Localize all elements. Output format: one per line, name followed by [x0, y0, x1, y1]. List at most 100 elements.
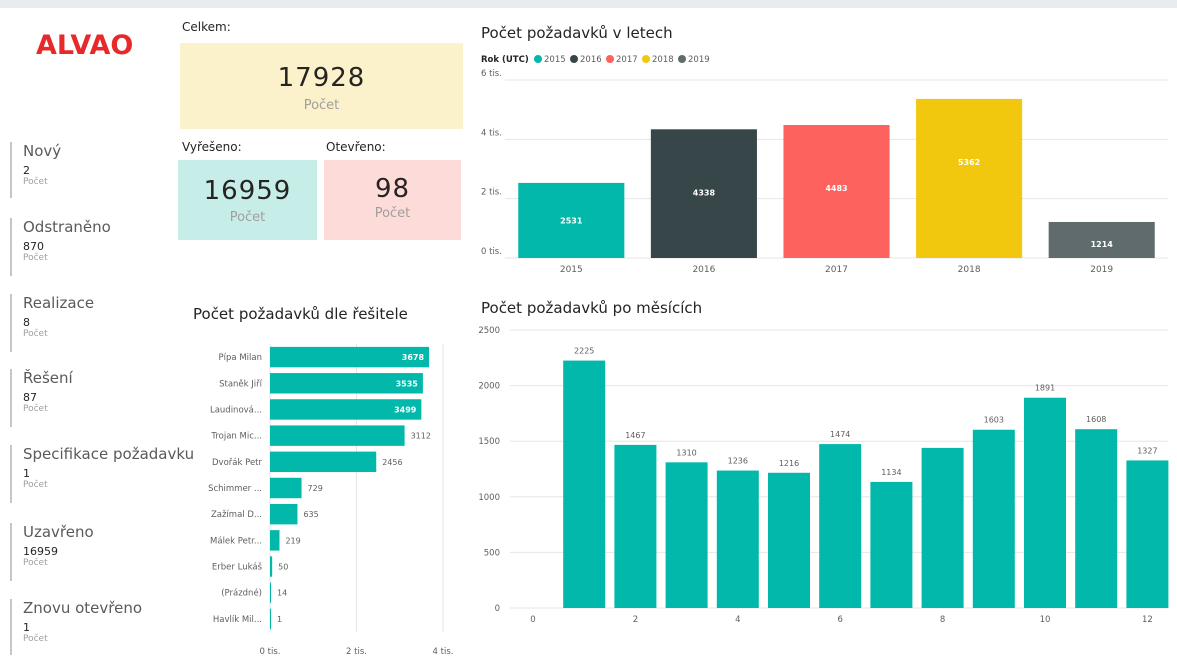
y-tick-label: 4 tis.	[481, 128, 502, 138]
chart-solvers-title: Počet požadavků dle řešitele	[193, 305, 408, 323]
status-card-title: Řešení	[23, 369, 73, 387]
status-card-uzavreno[interactable]: Uzavřeno 16959 Počet	[10, 523, 213, 581]
legend-label-2017: 2017	[616, 55, 638, 65]
bar-month[interactable]	[1024, 397, 1066, 608]
bar-solver[interactable]	[270, 582, 271, 603]
x-tick-label: 0	[530, 615, 535, 625]
status-card-value: 870	[23, 240, 44, 253]
bar-month[interactable]	[768, 472, 810, 608]
data-label: 729	[308, 484, 323, 493]
status-card-reseni[interactable]: Řešení 87 Počet	[10, 369, 213, 427]
category-label: Málek Petr...	[210, 536, 262, 546]
x-tick-label: 2 tis.	[346, 647, 367, 656]
bar-month[interactable]	[921, 447, 964, 608]
data-label: 1216	[779, 459, 799, 468]
bar-month[interactable]	[716, 470, 759, 608]
data-label: 1467	[625, 431, 645, 440]
data-label: 1603	[984, 416, 1004, 425]
data-label: 5362	[958, 158, 980, 167]
bar-month[interactable]	[1126, 460, 1169, 608]
status-card-value: 1	[23, 621, 30, 634]
y-tick-label: 0 tis.	[481, 247, 502, 257]
bar-month[interactable]	[819, 444, 862, 608]
status-card-specifikace-pozadavku[interactable]: Specifikace požadavku 1 Počet	[10, 445, 213, 503]
y-tick-label: 2500	[478, 326, 500, 336]
category-label: Havlík Mil...	[213, 615, 262, 625]
category-label: Trojan Mic...	[210, 432, 262, 442]
data-label: 219	[285, 536, 300, 545]
bar-month[interactable]	[614, 444, 657, 608]
category-label: Laudinová...	[210, 405, 262, 415]
status-card-title: Specifikace požadavku	[23, 445, 195, 463]
kpi-open-caption: Počet	[374, 206, 411, 221]
data-label: 1474	[830, 430, 850, 439]
bar-solver[interactable]	[270, 425, 405, 446]
bar-month[interactable]	[972, 429, 1015, 608]
bar-month[interactable]	[1075, 429, 1118, 608]
kpi-total-label: Celkem:	[182, 20, 231, 34]
data-label: 2531	[560, 216, 583, 225]
status-card-title: Znovu otevřeno	[23, 599, 143, 617]
legend-label-2016: 2016	[580, 55, 602, 65]
chart-years-title: Počet požadavků v letech	[481, 24, 673, 42]
status-card-caption: Počet	[23, 404, 48, 414]
bar-solver[interactable]	[270, 556, 273, 577]
x-tick-label: 6	[837, 615, 842, 625]
data-label: 3535	[396, 379, 419, 388]
kpi-open-card[interactable]: 98 Počet	[324, 160, 461, 240]
x-tick-label: 12	[1142, 615, 1153, 625]
kpi-resolved-card[interactable]: 16959 Počet	[178, 160, 317, 240]
bar-month[interactable]	[563, 360, 606, 608]
legend-title: Rok (UTC)	[481, 55, 529, 65]
y-tick-label: 2000	[478, 382, 500, 392]
bar-month[interactable]	[870, 481, 913, 608]
top-strip	[0, 0, 1177, 8]
status-card-title: Realizace	[23, 294, 95, 312]
data-label: 4483	[825, 184, 847, 193]
bar-2018[interactable]	[916, 98, 1023, 258]
kpi-total-card[interactable]: 17928 Počet	[180, 43, 463, 129]
status-card-value: 8	[23, 316, 30, 329]
data-label: 2225	[574, 347, 594, 356]
legend-marker-2015	[534, 55, 542, 63]
bar-2017[interactable]	[783, 125, 890, 258]
status-card-caption: Počet	[23, 634, 48, 644]
bar-2019[interactable]	[1048, 221, 1155, 258]
bar-month[interactable]	[665, 462, 708, 608]
legend-label-2018: 2018	[652, 55, 674, 65]
bar-solver[interactable]	[270, 530, 280, 551]
status-card-realizace[interactable]: Realizace 8 Počet	[10, 294, 213, 352]
x-tick-label: 0 tis.	[260, 647, 281, 656]
legend-marker-2017	[606, 55, 614, 63]
bar-solver[interactable]	[270, 346, 430, 368]
status-card-znovu-otevreno[interactable]: Znovu otevřeno 1 Počet	[10, 599, 213, 655]
status-card-value: 1	[23, 467, 30, 480]
status-card-caption: Počet	[23, 558, 48, 568]
x-tick-label: 2	[633, 615, 638, 625]
category-label: Erber Lukáš	[212, 562, 263, 573]
y-tick-label: 2 tis.	[481, 188, 502, 198]
kpi-resolved-value: 16959	[203, 176, 292, 206]
bar-solver[interactable]	[270, 503, 298, 525]
bar-solver[interactable]	[270, 477, 302, 499]
bar-solver[interactable]	[270, 451, 377, 473]
bar-2015[interactable]	[518, 182, 625, 258]
x-tick-label: 8	[940, 615, 945, 625]
category-label: Schimmer ...	[208, 484, 262, 494]
legend-label-2015: 2015	[544, 55, 566, 65]
alvao-logo: ALVAO	[36, 30, 134, 61]
data-label: 1327	[1137, 446, 1157, 455]
bar-solver[interactable]	[270, 608, 271, 630]
kpi-total-value: 17928	[277, 63, 366, 93]
bar-2016[interactable]	[650, 129, 757, 258]
category-label: Staněk Jiří	[219, 379, 263, 389]
status-card-value: 87	[23, 391, 37, 404]
bar-solver[interactable]	[270, 373, 423, 394]
legend-marker-2019	[678, 55, 686, 63]
kpi-resolved-caption: Počet	[229, 210, 266, 225]
bar-solver[interactable]	[270, 399, 422, 420]
category-label: Dvořák Petr	[212, 458, 262, 468]
data-label: 1134	[881, 468, 901, 477]
kpi-total-caption: Počet	[303, 98, 340, 113]
data-label: 3499	[394, 405, 417, 414]
